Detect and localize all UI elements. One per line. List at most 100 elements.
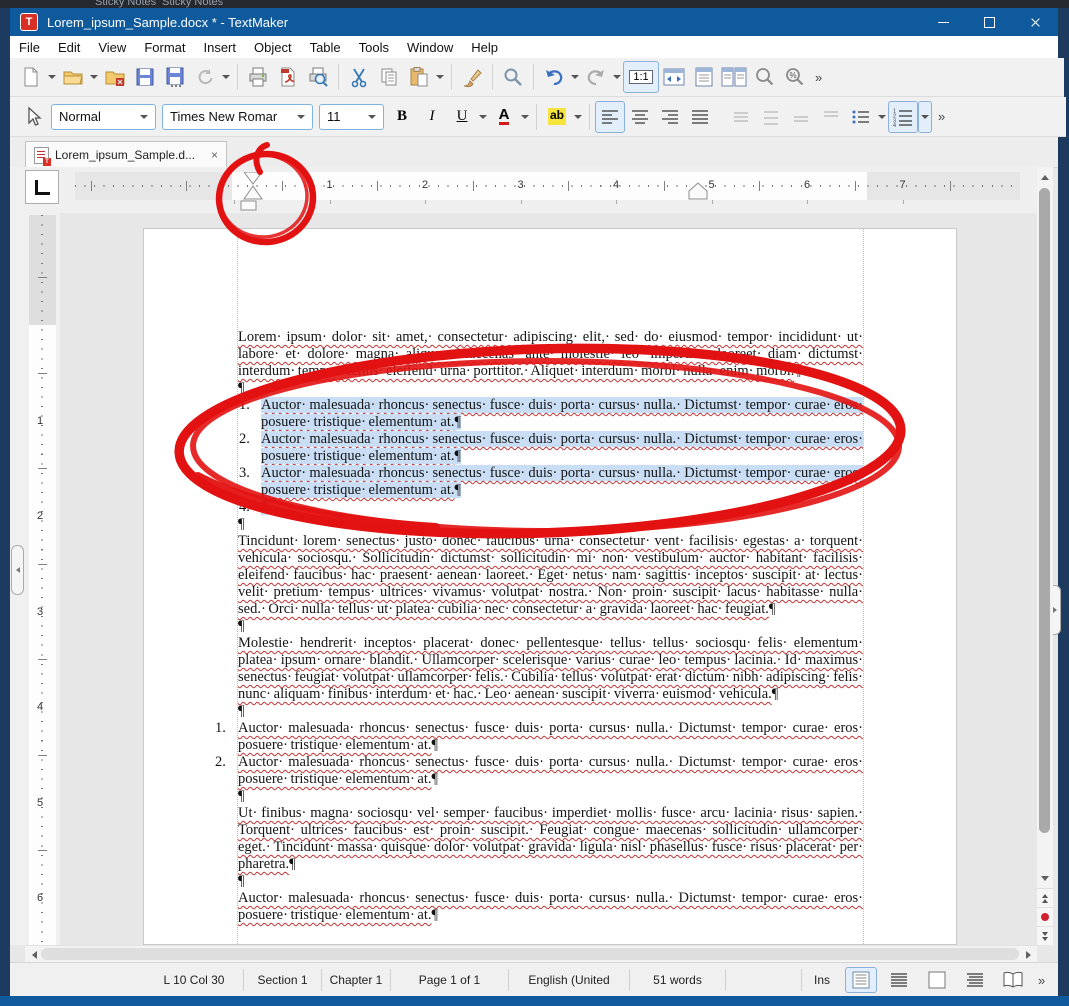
format-painter-button[interactable] [457, 61, 487, 93]
menu-view[interactable]: View [89, 40, 135, 55]
print-preview-button[interactable] [303, 61, 333, 93]
menu-insert[interactable]: Insert [194, 40, 245, 55]
bold-button[interactable]: B [387, 101, 417, 133]
word-count-cell[interactable]: 51 words [630, 969, 726, 991]
open-button[interactable] [58, 61, 88, 93]
next-page-button[interactable] [1037, 926, 1053, 945]
redo-dropdown[interactable] [611, 62, 623, 92]
justify-button[interactable] [685, 101, 715, 133]
object-mode-button[interactable] [18, 101, 48, 133]
redo-button[interactable] [581, 61, 611, 93]
undo-button[interactable] [539, 61, 569, 93]
menu-edit[interactable]: Edit [49, 40, 89, 55]
bullet-list-button[interactable] [846, 101, 876, 133]
vertical-scrollbar[interactable] [1037, 167, 1053, 945]
minimize-button[interactable] [920, 8, 966, 36]
previous-page-button[interactable] [1037, 888, 1053, 907]
vertical-scrollbar-thumb[interactable] [1039, 188, 1050, 833]
menu-object[interactable]: Object [245, 40, 301, 55]
zoom-level-button[interactable]: % [779, 61, 809, 93]
save-all-button[interactable] [160, 61, 190, 93]
scroll-up-button[interactable] [1037, 169, 1053, 185]
first-line-indent-marker[interactable] [242, 172, 264, 200]
italic-button[interactable]: I [417, 101, 447, 133]
highlight-dropdown[interactable] [572, 102, 584, 132]
print-button[interactable] [243, 61, 273, 93]
space-after-button[interactable] [816, 101, 846, 133]
view-draft-button[interactable] [959, 967, 991, 993]
new-document-dropdown[interactable] [46, 62, 58, 92]
numbered-list-dropdown[interactable] [918, 101, 932, 133]
numbered-list-plain[interactable]: 1.Auctor· malesuada· rhoncus· senectus· … [238, 720, 863, 788]
menu-table[interactable]: Table [301, 40, 350, 55]
line-spacing-1-button[interactable] [726, 101, 756, 133]
close-button[interactable] [1012, 8, 1058, 36]
zoom-actual-size-button[interactable]: 1:1 [623, 61, 659, 93]
search-button[interactable] [498, 61, 528, 93]
menu-format[interactable]: Format [135, 40, 194, 55]
view-object-button[interactable] [921, 967, 953, 993]
tab-stop-selector[interactable] [25, 170, 59, 204]
left-sidebar-handle[interactable] [11, 545, 24, 595]
formatting-overflow-button[interactable]: » [938, 109, 945, 124]
align-right-button[interactable] [655, 101, 685, 133]
document-page[interactable]: Lorem· ipsum· dolor· sit· amet,· consect… [143, 228, 957, 945]
maximize-button[interactable] [966, 8, 1012, 36]
font-color-button[interactable]: A [489, 101, 519, 133]
right-indent-marker[interactable] [688, 182, 708, 200]
bullet-list-dropdown[interactable] [876, 102, 888, 132]
menu-tools[interactable]: Tools [350, 40, 398, 55]
horizontal-ruler[interactable]: 1234567 [75, 172, 1020, 200]
view-standard-button[interactable] [845, 967, 877, 993]
space-before-button[interactable] [786, 101, 816, 133]
font-name-select[interactable]: Times New Romar [162, 104, 313, 130]
left-indent-marker[interactable] [240, 200, 258, 212]
cursor-position-cell[interactable]: L 10 Col 30 [145, 969, 244, 991]
paste-dropdown[interactable] [434, 62, 446, 92]
chapter-cell[interactable]: Chapter 1 [322, 969, 391, 991]
document-tab[interactable]: T Lorem_ipsum_Sample.d... × [25, 141, 227, 168]
fit-width-button[interactable] [659, 61, 689, 93]
horizontal-scrollbar-thumb[interactable] [41, 948, 1019, 960]
horizontal-scrollbar[interactable] [25, 945, 1037, 963]
scroll-down-button[interactable] [1037, 870, 1053, 886]
highlight-button[interactable]: ab [542, 101, 572, 133]
paste-button[interactable] [404, 61, 434, 93]
zoom-button[interactable] [749, 61, 779, 93]
underline-dropdown[interactable] [477, 102, 489, 132]
two-pages-button[interactable] [719, 61, 749, 93]
scroll-right-button[interactable] [1021, 948, 1035, 961]
undo-dropdown[interactable] [569, 62, 581, 92]
numbered-list-selected[interactable]: 1.Auctor· malesuada· rhoncus· senectus· … [261, 397, 863, 516]
scroll-left-button[interactable] [27, 948, 41, 961]
align-left-button[interactable] [595, 101, 625, 133]
file-versions-dropdown[interactable] [220, 62, 232, 92]
view-continuous-button[interactable] [883, 967, 915, 993]
export-pdf-button[interactable] [273, 61, 303, 93]
open-dropdown[interactable] [88, 62, 100, 92]
save-button[interactable] [130, 61, 160, 93]
menu-file[interactable]: File [10, 40, 49, 55]
toolbar-overflow-button[interactable]: » [815, 70, 822, 85]
tab-close-icon[interactable]: × [211, 148, 218, 162]
menu-window[interactable]: Window [398, 40, 462, 55]
browse-object-button[interactable] [1037, 907, 1053, 926]
close-file-button[interactable] [100, 61, 130, 93]
underline-button[interactable]: U [447, 101, 477, 133]
view-book-button[interactable] [997, 967, 1029, 993]
numbered-list-button[interactable]: 1234 [888, 101, 918, 133]
paragraph-style-select[interactable]: Normal [51, 104, 156, 130]
document-text[interactable]: Lorem· ipsum· dolor· sit· amet,· consect… [238, 329, 863, 924]
new-document-button[interactable] [16, 61, 46, 93]
font-color-dropdown[interactable] [519, 102, 531, 132]
section-cell[interactable]: Section 1 [244, 969, 322, 991]
statusbar-overflow-button[interactable]: » [1038, 973, 1045, 988]
file-versions-button[interactable] [190, 61, 220, 93]
align-center-button[interactable] [625, 101, 655, 133]
vertical-ruler[interactable]: 123456 [29, 215, 56, 945]
insert-mode-cell[interactable]: Ins [802, 969, 842, 991]
line-spacing-15-button[interactable] [756, 101, 786, 133]
cut-button[interactable] [344, 61, 374, 93]
language-cell[interactable]: English (United [509, 969, 630, 991]
copy-button[interactable] [374, 61, 404, 93]
